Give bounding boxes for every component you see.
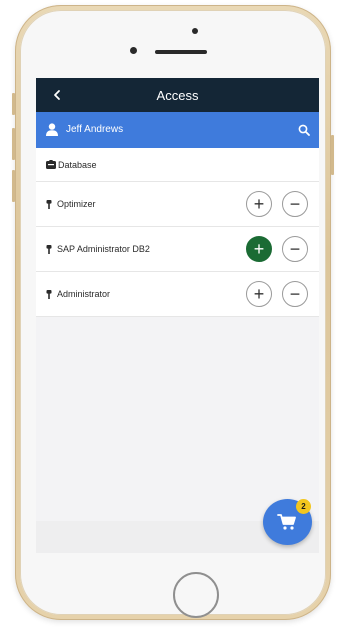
database-label: Database: [58, 160, 97, 170]
remove-role-button[interactable]: −: [282, 236, 308, 262]
user-icon: [46, 123, 58, 136]
role-label: Administrator: [57, 289, 111, 299]
plus-icon: +: [253, 284, 265, 304]
phone-sensor: [192, 28, 198, 34]
cart-count-badge: 2: [296, 499, 311, 514]
phone-camera: [130, 47, 137, 54]
minus-icon: −: [289, 284, 301, 304]
user-name: Jeff Andrews: [66, 124, 124, 135]
minus-icon: −: [289, 239, 301, 259]
home-button[interactable]: [173, 572, 219, 618]
user-bar: Jeff Andrews: [36, 112, 319, 148]
add-role-button[interactable]: +: [246, 191, 272, 217]
list-item: Administrator + −: [36, 272, 319, 317]
add-role-button[interactable]: +: [246, 236, 272, 262]
search-icon[interactable]: [298, 124, 310, 136]
key-icon: [46, 290, 52, 299]
minus-icon: −: [289, 194, 301, 214]
database-header: Database: [36, 148, 319, 182]
phone-speaker: [155, 50, 207, 54]
list-item: Optimizer + −: [36, 182, 319, 227]
list-item: SAP Administrator DB2 + −: [36, 227, 319, 272]
database-icon: [46, 160, 56, 169]
page-title: Access: [156, 88, 199, 103]
phone-side-button: [331, 135, 334, 175]
navbar: Access: [36, 78, 319, 112]
phone-side-button: [12, 128, 15, 160]
remove-role-button[interactable]: −: [282, 281, 308, 307]
cart-icon: [277, 514, 296, 530]
access-list: Database Optimizer + − SAP Administrator…: [36, 148, 319, 317]
remove-role-button[interactable]: −: [282, 191, 308, 217]
add-role-button[interactable]: +: [246, 281, 272, 307]
role-label: SAP Administrator DB2: [57, 244, 150, 254]
phone-side-button: [12, 170, 15, 202]
role-label: Optimizer: [57, 199, 96, 209]
app-screen: Access Jeff Andrews Database Optimizer +…: [36, 78, 319, 553]
key-icon: [46, 245, 52, 254]
plus-icon: +: [253, 239, 265, 259]
cart-button[interactable]: 2: [263, 499, 312, 545]
plus-icon: +: [253, 194, 265, 214]
phone-side-button: [12, 93, 15, 115]
key-icon: [46, 200, 52, 209]
